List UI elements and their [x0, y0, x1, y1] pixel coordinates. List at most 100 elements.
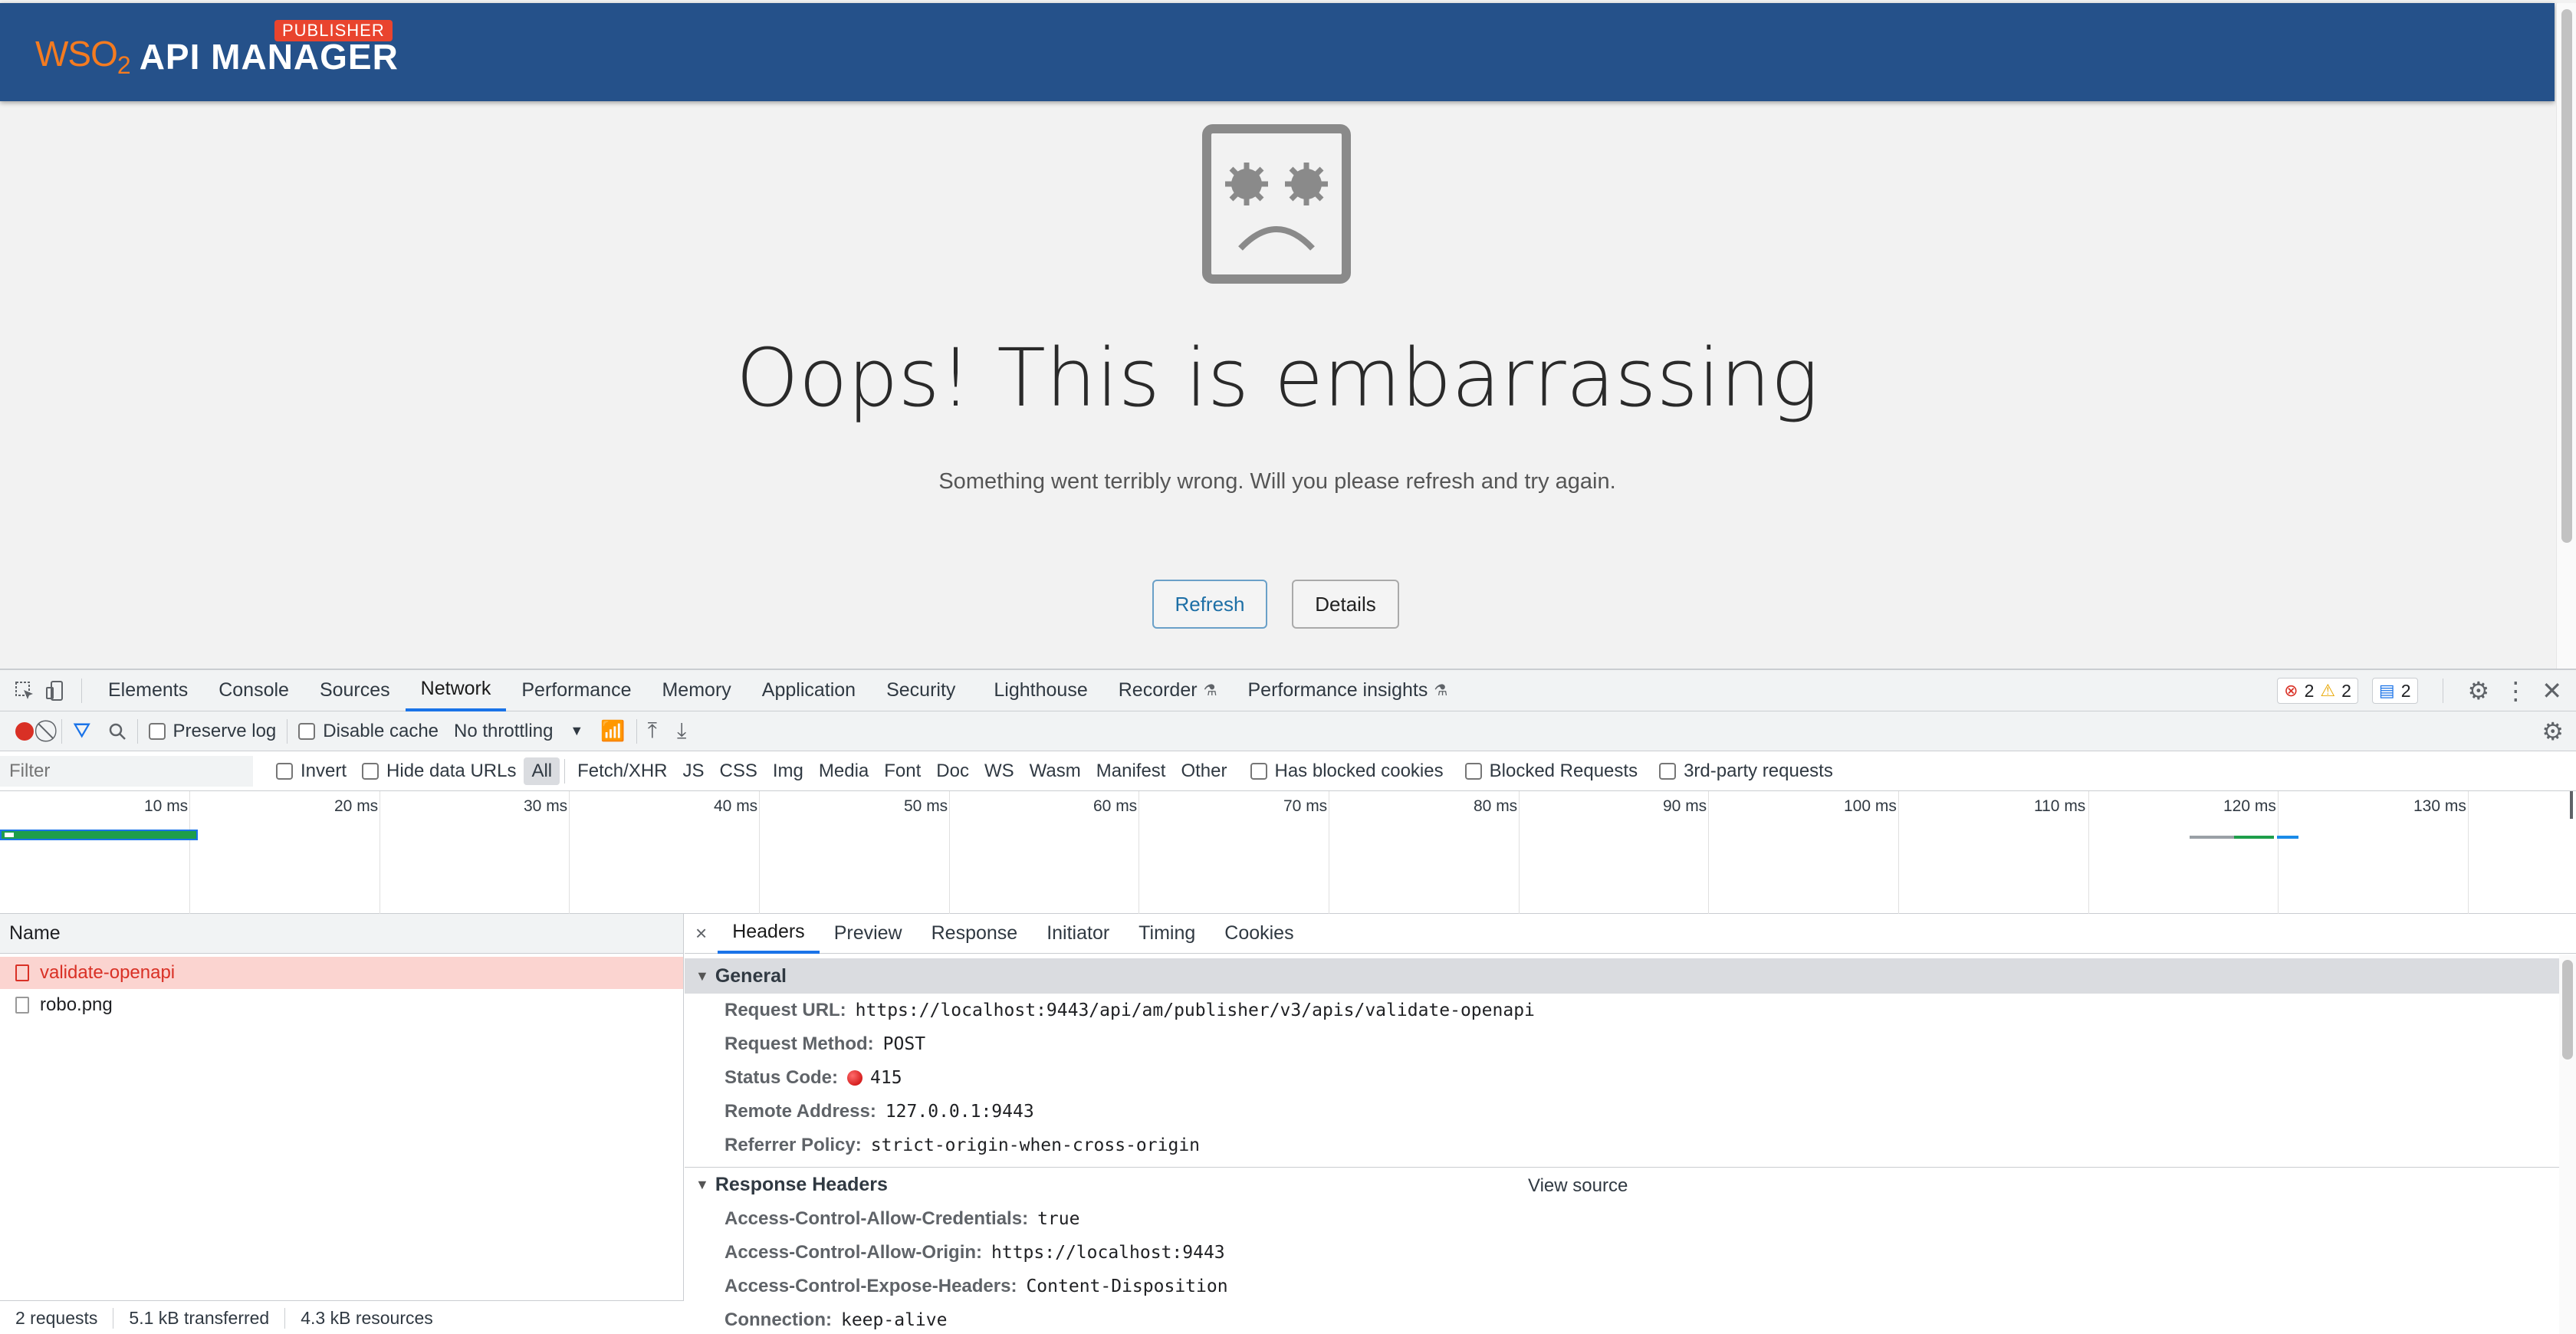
tab-console[interactable]: Console [203, 670, 304, 711]
timeline-selection[interactable] [0, 830, 198, 840]
checkbox-box [1659, 762, 1677, 780]
timeline-tick-label: 130 ms [2413, 797, 2466, 815]
filter-type-other[interactable]: Other [1173, 757, 1234, 785]
general-title: General [715, 964, 787, 987]
filter-input[interactable] [0, 755, 253, 787]
tab-security[interactable]: Security [871, 670, 971, 711]
page-scrollbar-thumb[interactable] [2561, 9, 2572, 543]
logo-wso2-text: WSO2 [35, 34, 131, 80]
has-blocked-cookies-label: Has blocked cookies [1274, 760, 1444, 781]
timeline-tick-label: 90 ms [1663, 797, 1707, 815]
filter-type-css[interactable]: CSS [712, 757, 765, 785]
filter-type-ws[interactable]: WS [977, 757, 1022, 785]
image-file-icon [15, 997, 29, 1014]
search-icon[interactable] [108, 722, 127, 741]
hide-data-urls-checkbox[interactable]: Hide data URLs [362, 761, 516, 782]
tab-headers[interactable]: Headers [718, 914, 820, 954]
network-conditions-icon[interactable]: 📶 [600, 719, 625, 743]
settings-gear-icon[interactable]: ⚙ [2468, 676, 2490, 705]
tab-cookies[interactable]: Cookies [1210, 914, 1308, 954]
more-options-icon[interactable]: ⋮ [2503, 676, 2528, 705]
throttling-select[interactable]: No throttling ▼ [454, 721, 583, 742]
request-list: Name validate-openapi robo.png 2 request… [0, 914, 684, 1334]
response-headers-section-header[interactable]: ▼ Response Headers View source [685, 1167, 2576, 1202]
export-har-icon[interactable]: ⤓ [677, 718, 686, 744]
filter-type-fetch-xhr[interactable]: Fetch/XHR [570, 757, 675, 785]
error-count: 2 [2304, 680, 2315, 701]
expand-triangle-icon: ▼ [695, 1177, 709, 1192]
header-value: 415 [870, 1068, 902, 1088]
tab-recorder[interactable]: Recorder ⚗ [1103, 670, 1233, 711]
detail-scrollbar[interactable] [2559, 955, 2576, 1334]
flask-icon: ⚗ [1434, 682, 1448, 699]
close-devtools-icon[interactable]: ✕ [2542, 676, 2562, 705]
messages-counter[interactable]: ▤ 2 [2371, 678, 2418, 704]
import-har-icon[interactable]: ⤒ [648, 718, 657, 744]
refresh-button[interactable]: Refresh [1152, 580, 1267, 629]
general-section-header[interactable]: ▼ General [685, 958, 2576, 994]
checkbox-box [362, 762, 380, 780]
preserve-log-checkbox[interactable]: Preserve log [148, 721, 276, 742]
transferred-size: 5.1 kB transferred [113, 1308, 286, 1329]
tab-initiator[interactable]: Initiator [1032, 914, 1124, 954]
tab-response[interactable]: Response [917, 914, 1033, 954]
detail-scrollbar-thumb[interactable] [2562, 960, 2573, 1060]
message-icon: ▤ [2378, 681, 2395, 700]
tab-performance-insights[interactable]: Performance insights ⚗ [1233, 670, 1464, 711]
tab-preview[interactable]: Preview [820, 914, 917, 954]
details-button[interactable]: Details [1292, 580, 1399, 629]
disable-cache-checkbox[interactable]: Disable cache [298, 721, 439, 742]
network-settings-gear-icon[interactable]: ⚙ [2542, 717, 2564, 746]
filter-type-font[interactable]: Font [876, 757, 928, 785]
remote-address-row: Remote Address: 127.0.0.1:9443 [685, 1095, 2576, 1129]
filter-type-doc[interactable]: Doc [928, 757, 977, 785]
filter-icon[interactable]: ⛛ [73, 718, 91, 744]
record-icon[interactable] [15, 721, 34, 741]
tab-elements[interactable]: Elements [93, 670, 203, 711]
header-value: https://localhost:9443 [991, 1243, 1225, 1263]
tab-memory[interactable]: Memory [646, 670, 746, 711]
third-party-requests-checkbox[interactable]: 3rd-party requests [1659, 761, 1833, 782]
invert-checkbox[interactable]: Invert [276, 761, 347, 782]
tab-network[interactable]: Network [405, 670, 507, 711]
tab-application[interactable]: Application [747, 670, 871, 711]
filter-type-img[interactable]: Img [765, 757, 811, 785]
view-source-link[interactable]: View source [1528, 1175, 1628, 1197]
timeline-gridline [759, 791, 760, 914]
divider [287, 718, 288, 744]
blocked-requests-checkbox[interactable]: Blocked Requests [1464, 761, 1638, 782]
request-file-icon [15, 964, 29, 981]
web-page: WSO2 API MANAGER PUBLISHER Oops! This is… [0, 0, 2576, 669]
timeline-tick-label: 110 ms [2034, 797, 2086, 815]
timeline-gridline [949, 791, 950, 914]
page-scrollbar[interactable] [2556, 3, 2576, 669]
tab-performance[interactable]: Performance [506, 670, 646, 711]
close-detail-icon[interactable]: × [685, 922, 718, 945]
request-method-row: Request Method: POST [685, 1027, 2576, 1061]
issues-counter[interactable]: ⊗ 2 ⚠ 2 [2277, 678, 2358, 704]
filter-type-wasm[interactable]: Wasm [1022, 757, 1089, 785]
filter-type-media[interactable]: Media [811, 757, 876, 785]
filter-type-all[interactable]: All [524, 757, 560, 785]
has-blocked-cookies-checkbox[interactable]: Has blocked cookies [1250, 761, 1444, 782]
filter-type-js[interactable]: JS [675, 757, 712, 785]
tab-sources[interactable]: Sources [304, 670, 406, 711]
tab-timing[interactable]: Timing [1124, 914, 1210, 954]
checkbox-box [148, 722, 166, 740]
disable-cache-label: Disable cache [323, 720, 439, 741]
response-header-row: Access-Control-Expose-Headers: Content-Di… [685, 1270, 2576, 1303]
third-party-requests-label: 3rd-party requests [1684, 760, 1833, 781]
network-timeline-overview[interactable]: 10 ms 20 ms 30 ms 40 ms 50 ms 60 ms 70 m… [0, 791, 2576, 914]
device-toolbar-icon[interactable] [40, 680, 71, 702]
timeline-handle-right[interactable] [2570, 791, 2573, 819]
divider [81, 678, 82, 703]
tab-lighthouse[interactable]: Lighthouse [978, 670, 1102, 711]
request-row-validate-openapi[interactable]: validate-openapi [0, 957, 683, 989]
request-list-header[interactable]: Name [0, 914, 683, 954]
inspect-element-icon[interactable] [9, 681, 40, 701]
request-name: robo.png [40, 994, 113, 1015]
filter-type-manifest[interactable]: Manifest [1089, 757, 1174, 785]
request-row-robo-png[interactable]: robo.png [0, 989, 683, 1021]
invert-label: Invert [301, 760, 347, 781]
timeline-gridline [1708, 791, 1709, 914]
